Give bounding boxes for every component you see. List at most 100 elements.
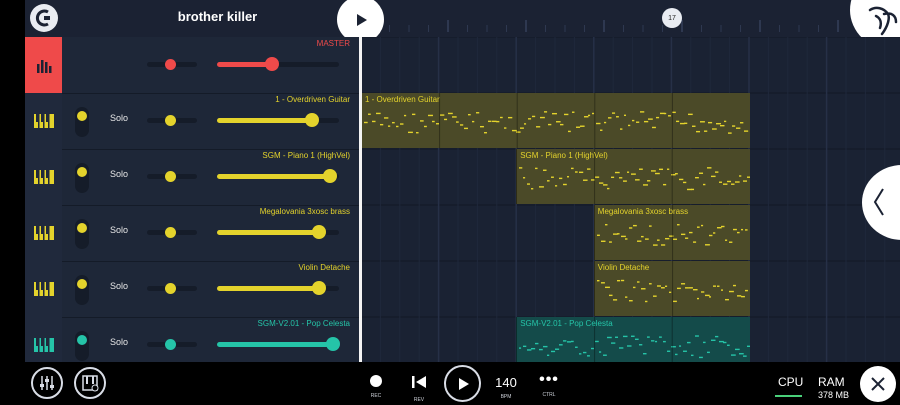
note bbox=[700, 224, 703, 227]
note bbox=[540, 116, 545, 119]
note bbox=[587, 168, 591, 170]
volume-fill bbox=[217, 286, 320, 291]
note bbox=[655, 172, 660, 175]
note bbox=[504, 127, 507, 129]
pattern-clip[interactable]: SGM-V2.01 - Pop Celesta bbox=[516, 317, 750, 362]
note bbox=[600, 129, 603, 131]
note bbox=[444, 118, 448, 121]
note bbox=[652, 295, 657, 297]
note bbox=[595, 176, 600, 178]
note bbox=[703, 183, 706, 186]
pattern-clip[interactable]: Megalovania 3xosc brass bbox=[593, 205, 750, 260]
master-icon-cell[interactable] bbox=[25, 37, 62, 93]
note bbox=[636, 121, 640, 123]
record-button[interactable]: REC bbox=[356, 366, 396, 399]
track-instrument-button[interactable] bbox=[25, 205, 62, 261]
instruments-view-button[interactable] bbox=[74, 367, 106, 399]
note bbox=[651, 170, 657, 172]
note bbox=[707, 351, 711, 354]
clip-label: Megalovania 3xosc brass bbox=[597, 207, 689, 216]
note bbox=[596, 122, 601, 125]
track-pitch-knob[interactable] bbox=[72, 219, 92, 251]
note bbox=[628, 227, 633, 229]
note bbox=[608, 241, 612, 243]
cpu-meter bbox=[775, 395, 802, 397]
note bbox=[632, 224, 637, 227]
solo-button[interactable]: Solo bbox=[110, 337, 128, 347]
piano-keys-icon bbox=[33, 226, 54, 240]
pattern-clip[interactable]: 1 - Overdriven Guitar bbox=[361, 93, 750, 148]
note bbox=[547, 180, 550, 182]
note bbox=[551, 176, 555, 178]
note bbox=[528, 118, 532, 120]
playhead[interactable] bbox=[359, 37, 362, 362]
note bbox=[552, 112, 557, 115]
note bbox=[412, 113, 416, 116]
track-pitch-knob[interactable] bbox=[72, 163, 92, 195]
note bbox=[636, 240, 642, 242]
note bbox=[712, 232, 716, 234]
note bbox=[591, 347, 595, 350]
note bbox=[716, 122, 721, 125]
note bbox=[691, 188, 695, 191]
play-button[interactable] bbox=[444, 365, 481, 402]
pattern-clip[interactable]: SGM - Piano 1 (HighVel) bbox=[516, 149, 750, 204]
pan-knob[interactable] bbox=[165, 171, 176, 182]
solo-button[interactable]: Solo bbox=[110, 169, 128, 179]
play-icon bbox=[356, 13, 367, 26]
note bbox=[655, 340, 658, 343]
master-pan-knob[interactable] bbox=[165, 59, 176, 70]
volume-knob[interactable] bbox=[312, 281, 327, 295]
volume-knob[interactable] bbox=[305, 113, 320, 127]
note bbox=[715, 171, 719, 173]
note bbox=[684, 287, 689, 289]
master-volume-knob[interactable] bbox=[264, 57, 279, 71]
note bbox=[736, 295, 742, 297]
note bbox=[700, 121, 705, 123]
volume-knob[interactable] bbox=[312, 225, 327, 239]
bar-marker[interactable]: 17 bbox=[662, 8, 682, 28]
pattern-clip[interactable]: Violin Detache bbox=[593, 261, 750, 316]
note bbox=[680, 283, 685, 285]
note bbox=[732, 228, 737, 231]
note bbox=[652, 126, 656, 129]
rewind-button[interactable]: REV bbox=[399, 366, 439, 403]
track-pitch-knob[interactable] bbox=[72, 275, 92, 307]
track-instrument-button[interactable] bbox=[25, 149, 62, 205]
note bbox=[531, 188, 534, 190]
note bbox=[736, 127, 741, 129]
solo-button[interactable]: Solo bbox=[110, 281, 128, 291]
playlist-area[interactable]: 1 - Overdriven Guitar SGM - Piano 1 (High… bbox=[361, 37, 900, 362]
controls-menu-button[interactable]: ••• CTRL bbox=[529, 366, 569, 398]
track-instrument-button[interactable] bbox=[25, 261, 62, 317]
pan-knob[interactable] bbox=[165, 115, 176, 126]
close-button[interactable] bbox=[860, 366, 896, 402]
project-title[interactable]: brother killer bbox=[150, 9, 285, 24]
track-instrument-button[interactable] bbox=[25, 93, 62, 149]
note bbox=[620, 235, 626, 238]
volume-knob[interactable] bbox=[325, 337, 340, 351]
note bbox=[692, 241, 696, 243]
volume-knob[interactable] bbox=[323, 169, 338, 183]
mixer-view-button[interactable] bbox=[31, 367, 63, 399]
solo-button[interactable]: Solo bbox=[110, 225, 128, 235]
tempo-control[interactable]: 140 BPM bbox=[486, 366, 526, 400]
note bbox=[716, 285, 720, 287]
track-pitch-knob[interactable] bbox=[72, 331, 92, 363]
note bbox=[619, 347, 624, 349]
note bbox=[687, 341, 691, 344]
play-icon bbox=[458, 377, 469, 390]
note bbox=[727, 180, 732, 183]
solo-button[interactable]: Solo bbox=[110, 113, 128, 123]
track-pitch-knob[interactable] bbox=[72, 107, 92, 139]
note bbox=[583, 351, 587, 354]
note bbox=[532, 115, 536, 118]
note bbox=[668, 291, 672, 294]
app-menu-button[interactable] bbox=[30, 4, 58, 32]
pan-knob[interactable] bbox=[165, 283, 176, 294]
bpm-label: BPM bbox=[500, 394, 512, 400]
piano-keys-icon bbox=[82, 375, 99, 392]
note bbox=[616, 279, 620, 282]
pan-knob[interactable] bbox=[165, 227, 176, 238]
pan-knob[interactable] bbox=[165, 339, 176, 350]
